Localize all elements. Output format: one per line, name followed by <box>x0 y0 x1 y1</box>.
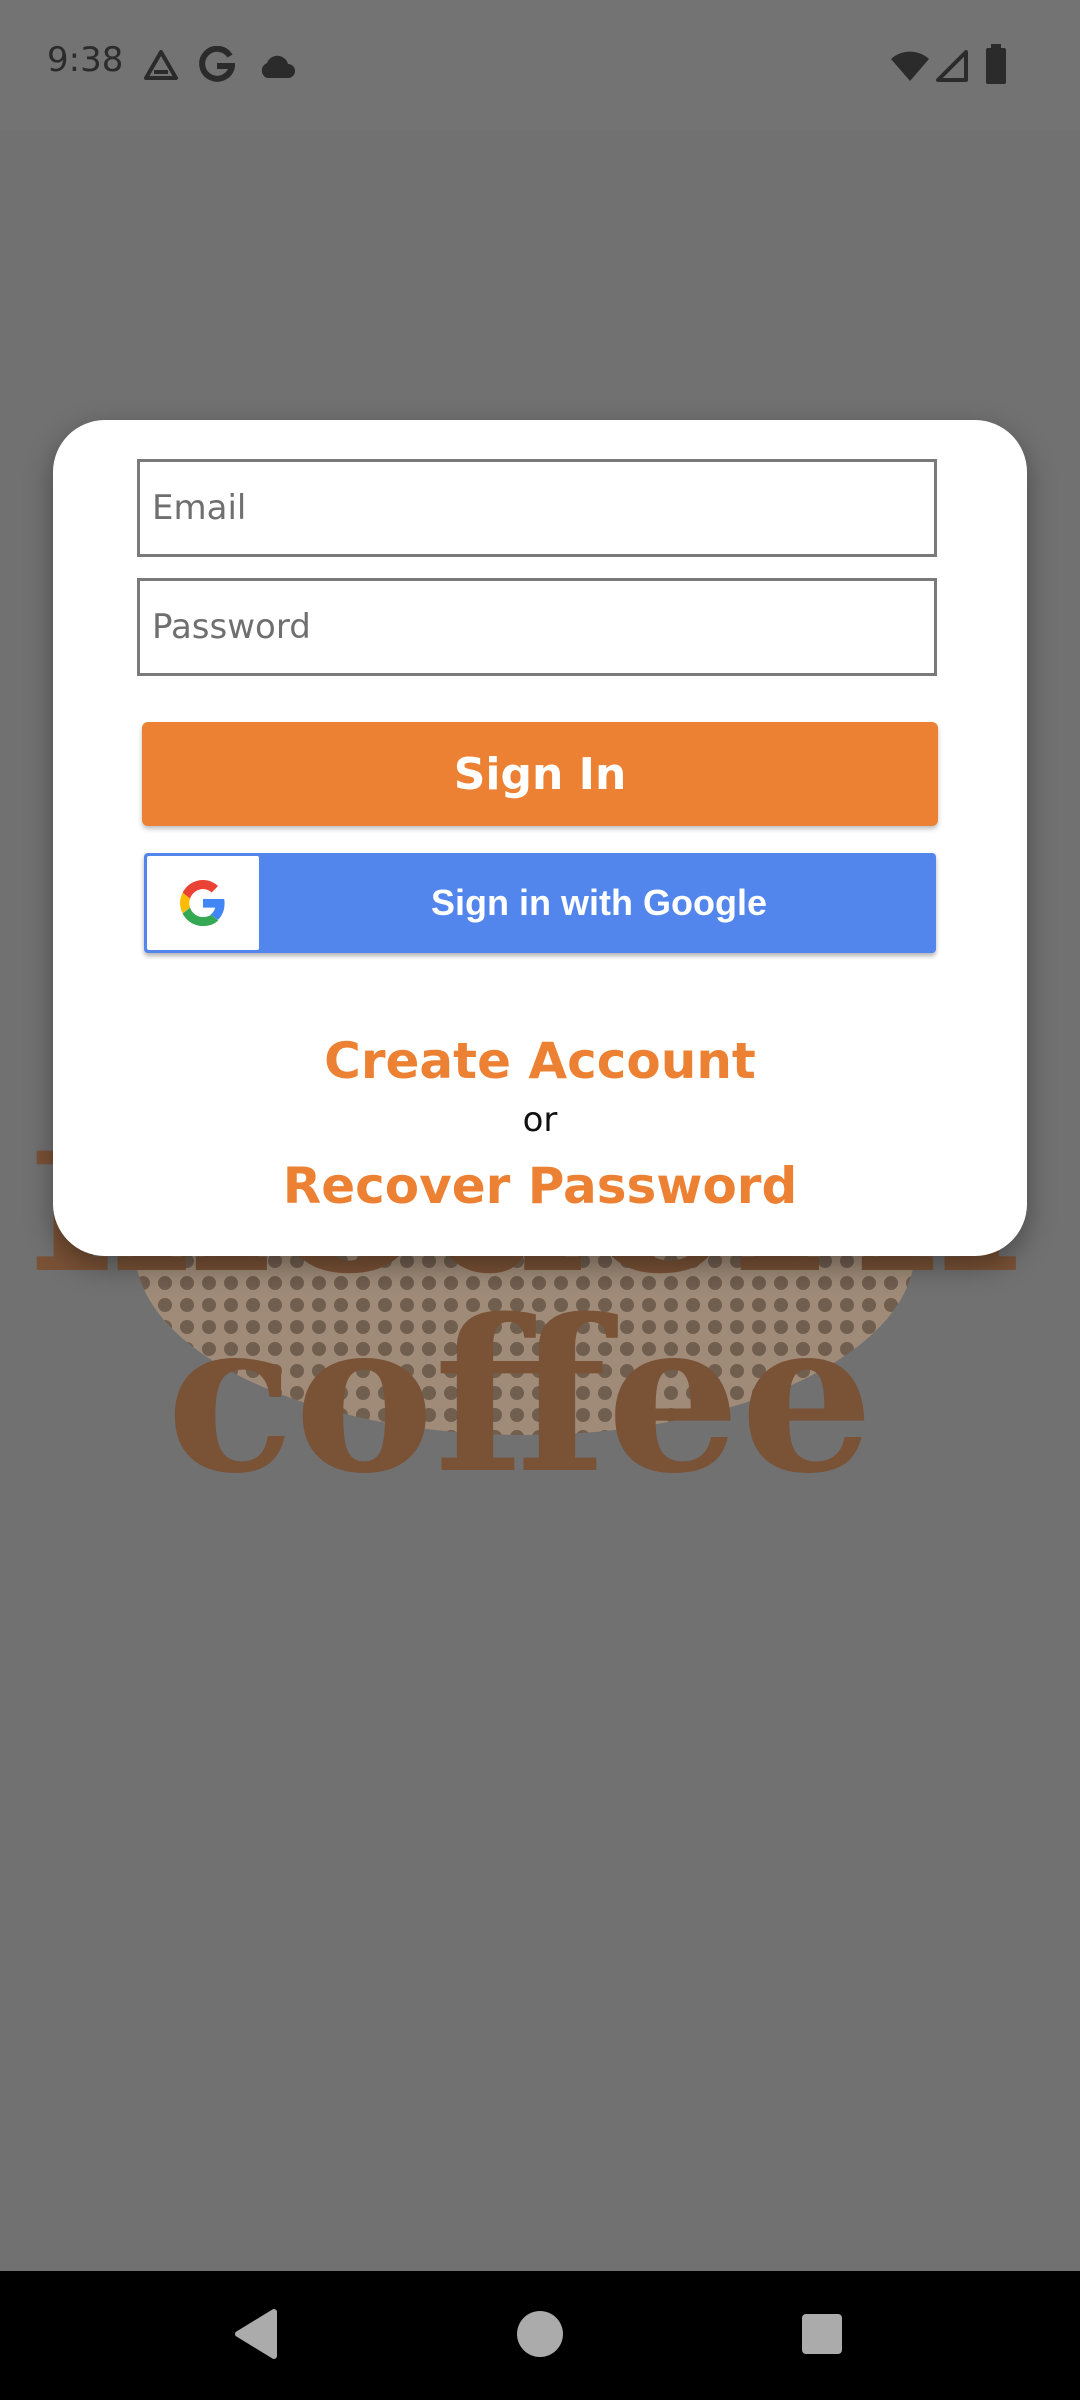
google-logo-box <box>147 856 259 950</box>
recents-icon <box>802 2314 842 2354</box>
back-button[interactable] <box>222 2299 292 2369</box>
google-sign-in-label: Sign in with Google <box>431 882 767 923</box>
logo-text-bottom: coffee <box>166 1273 874 1500</box>
email-input[interactable] <box>140 462 934 554</box>
home-button[interactable] <box>505 2299 575 2369</box>
status-time: 9:38 <box>47 40 124 80</box>
create-account-link[interactable]: Create Account <box>53 1032 1027 1090</box>
password-input[interactable] <box>140 581 934 673</box>
status-bar: 9:38 <box>0 0 1080 131</box>
battery-icon <box>984 44 1008 89</box>
email-field[interactable] <box>137 459 937 557</box>
drive-icon <box>142 48 180 89</box>
google-icon <box>199 45 236 89</box>
or-separator: or <box>522 1100 558 1140</box>
sign-in-button[interactable]: Sign In <box>142 722 938 826</box>
password-field[interactable] <box>137 578 937 676</box>
google-g-icon <box>180 880 225 926</box>
recover-password-link[interactable]: Recover Password <box>53 1157 1027 1215</box>
back-icon <box>235 2309 277 2359</box>
sign-in-dialog: Sign In Sign in with Google Create Accou… <box>53 420 1027 1256</box>
home-icon <box>517 2311 563 2357</box>
wifi-icon <box>890 50 930 87</box>
cell-signal-icon <box>934 50 968 87</box>
recents-button[interactable] <box>787 2299 857 2369</box>
cloud-icon <box>258 54 296 85</box>
navigation-bar <box>0 2271 1080 2400</box>
google-sign-in-button[interactable]: Sign in with Google <box>144 853 936 953</box>
